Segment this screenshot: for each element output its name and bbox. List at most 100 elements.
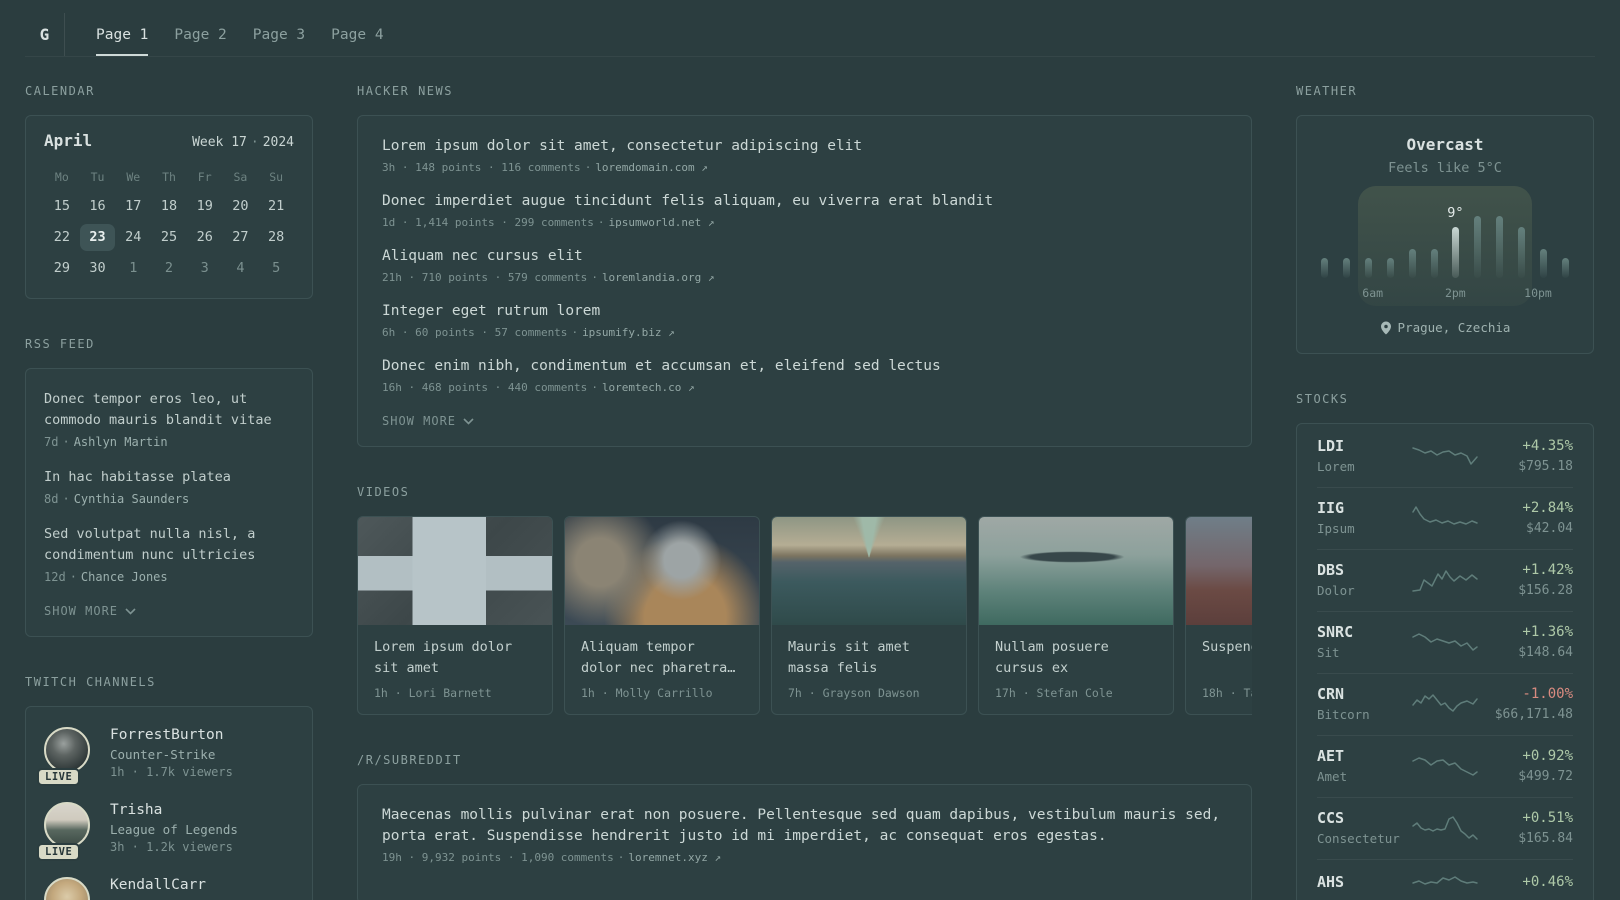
rss-card: Donec tempor eros leo, ut commodo mauris…	[25, 368, 313, 637]
stock-price: $499.72	[1518, 768, 1573, 784]
rss-item-author: Cynthia Saunders	[73, 492, 190, 506]
calendar-week-label: Week 17	[192, 135, 247, 150]
stock-sparkline	[1412, 505, 1478, 525]
rss-item-title[interactable]: Donec tempor eros leo, ut commodo mauris…	[44, 389, 294, 431]
stock-name: Ipsum	[1317, 521, 1355, 536]
right-column: WEATHER Overcast Feels like 5°C 9° 6am 2p…	[1296, 84, 1594, 900]
twitch-viewers: 1h · 1.7k viewers	[110, 765, 233, 779]
twitch-channel-row[interactable]: LIVE Trisha League of Legends 3h · 1.2k …	[37, 802, 294, 861]
video-card[interactable]: Suspendisse diam 18h · Tara	[1185, 516, 1252, 715]
stock-change: +0.92%	[1522, 747, 1573, 764]
hn-item-stats: 1d · 1,414 points · 299 comments	[382, 216, 594, 229]
section-title-calendar: CALENDAR	[25, 84, 95, 98]
hn-item: Integer eget rutrum lorem 6h · 60 points…	[382, 301, 1227, 339]
dot-separator: ·	[69, 570, 77, 584]
twitch-channel-row[interactable]: LIVE ForrestBurton Counter-Strike 1h · 1…	[37, 727, 294, 786]
rss-section: RSS FEED Donec tempor eros leo, ut commo…	[25, 337, 313, 637]
hn-item-title[interactable]: Lorem ipsum dolor sit amet, consectetur …	[382, 136, 1227, 157]
video-card[interactable]: Nullam posuere cursus ex 17h · Stefan Co…	[978, 516, 1174, 715]
external-link-icon: ↗	[714, 851, 722, 864]
hn-item-domain-link[interactable]: loremtech.co	[602, 381, 681, 394]
hn-item-domain-link[interactable]: ipsumify.biz	[582, 326, 661, 339]
hn-item-title[interactable]: Donec enim nibh, condimentum et accumsan…	[382, 356, 1227, 377]
calendar-day: 30	[89, 260, 106, 276]
stock-id: DBS Dolor	[1317, 561, 1409, 598]
stock-values: -1.00% $66,171.48	[1481, 686, 1573, 722]
hn-item-title[interactable]: Aliquam nec cursus elit	[382, 246, 1227, 267]
rss-item-title[interactable]: Sed volutpat nulla nisl, a condimentum n…	[44, 524, 294, 566]
section-title-subreddit: /R/SUBREDDIT	[357, 753, 462, 767]
stock-values: +0.51% $165.84	[1481, 810, 1573, 846]
stock-price: $795.18	[1518, 458, 1573, 474]
video-card[interactable]: Mauris sit amet massa felis 7h · Grayson…	[771, 516, 967, 715]
calendar-card: April Week 17 · 2024 Mo Tu We Th Fr Sa Su …	[25, 115, 313, 299]
reddit-post-domain-link[interactable]: loremnet.xyz	[628, 851, 707, 864]
tab-page-2[interactable]: Page 2	[174, 13, 226, 56]
weather-bar	[1321, 258, 1328, 278]
reddit-post-stats: 19h · 9,932 points · 1,090 comments	[382, 851, 614, 864]
stock-id: SNRC Sit	[1317, 623, 1409, 660]
calendar-section: CALENDAR April Week 17 · 2024 Mo Tu We Th …	[25, 84, 313, 299]
weekday-label: Tu	[90, 170, 105, 184]
hn-item-domain-link[interactable]: loremdomain.com	[595, 161, 694, 174]
reddit-post-title[interactable]: Maecenas mollis pulvinar erat non posuer…	[382, 805, 1227, 847]
video-meta: 18h · Tara	[1202, 686, 1252, 700]
calendar-day-selected: 23	[79, 224, 116, 251]
stock-symbol: DBS	[1317, 561, 1345, 579]
reddit-post-meta: 19h · 9,932 points · 1,090 comments · lore…	[382, 851, 1227, 864]
videos-section: VIDEOS Lorem ipsum dolor sit amet consec…	[357, 485, 1252, 715]
rss-show-more-button[interactable]: SHOW MORE	[44, 604, 294, 618]
hn-item-title[interactable]: Integer eget rutrum lorem	[382, 301, 1227, 322]
calendar-day: 29	[53, 260, 70, 276]
section-title-videos: VIDEOS	[357, 485, 410, 499]
dot-separator: ·	[62, 435, 70, 449]
rss-item-author: Chance Jones	[80, 570, 168, 584]
calendar-day: 25	[160, 229, 178, 245]
top-nav: G Page 1 Page 2 Page 3 Page 4	[25, 0, 1595, 57]
rss-item-author: Ashlyn Martin	[73, 435, 168, 449]
stock-price: $165.84	[1518, 830, 1573, 846]
calendar-day: 28	[268, 229, 285, 245]
section-title-hackernews: HACKER NEWS	[357, 84, 453, 98]
tab-page-4[interactable]: Page 4	[331, 13, 383, 56]
hn-item-title[interactable]: Donec imperdiet augue tincidunt felis al…	[382, 191, 1227, 212]
hn-item-meta: 6h · 60 points · 57 comments · ipsumify.bi…	[382, 326, 1227, 339]
stock-values: +2.84% $42.04	[1481, 500, 1573, 536]
stock-sparkline	[1412, 693, 1478, 712]
tab-page-1[interactable]: Page 1	[96, 13, 148, 56]
video-card-body: Aliquam tempor dolor nec pharetra… 1h · …	[565, 625, 759, 714]
twitch-game: League of Legends	[110, 822, 238, 837]
stock-sparkline	[1412, 446, 1478, 465]
video-card[interactable]: Aliquam tempor dolor nec pharetra… 1h · …	[564, 516, 760, 715]
weather-bar	[1342, 258, 1350, 278]
twitch-channel-name[interactable]: KendallCarr	[110, 877, 206, 893]
rss-item-meta: 8d · Cynthia Saunders	[44, 492, 294, 506]
rss-item-time: 8d	[44, 492, 59, 506]
tab-page-3[interactable]: Page 3	[253, 13, 305, 56]
stock-change-negative: -1.00%	[1522, 685, 1573, 702]
twitch-channel-name[interactable]: ForrestBurton	[110, 727, 233, 743]
rss-item-title[interactable]: In hac habitasse platea	[44, 467, 294, 488]
dot-separator: ·	[571, 326, 579, 339]
hn-item-stats: 16h · 468 points · 440 comments	[382, 381, 588, 394]
weather-time-label: 2pm	[1444, 286, 1466, 300]
hn-item-stats: 3h · 148 points · 116 comments	[382, 161, 581, 174]
app-logo[interactable]: G	[25, 13, 65, 56]
twitch-channel-name[interactable]: Trisha	[110, 802, 238, 818]
external-link-icon: ↗	[707, 216, 715, 229]
section-title-twitch: TWITCH CHANNELS	[25, 675, 156, 689]
stock-symbol: CCS	[1317, 809, 1345, 827]
calendar-day: 24	[125, 229, 142, 245]
hn-item-domain-link[interactable]: ipsumworld.net	[609, 216, 702, 229]
stock-values: +0.92% $499.72	[1481, 748, 1573, 784]
live-badge: LIVE	[37, 843, 81, 861]
weekday-label: Mo	[54, 170, 69, 184]
video-card[interactable]: Lorem ipsum dolor sit amet consectetu… 1…	[357, 516, 553, 715]
hn-show-more-button[interactable]: SHOW MORE	[382, 414, 1227, 428]
twitch-channel-row[interactable]: LIVE KendallCarr	[44, 877, 294, 900]
stock-sparkline	[1412, 876, 1478, 885]
stock-change: +0.51%	[1522, 809, 1573, 826]
hn-item-domain-link[interactable]: loremlandia.org	[602, 271, 701, 284]
video-title: Lorem ipsum dolor sit amet consectetu…	[374, 639, 513, 676]
hn-item-meta: 21h · 710 points · 579 comments · loremlan…	[382, 271, 1227, 284]
